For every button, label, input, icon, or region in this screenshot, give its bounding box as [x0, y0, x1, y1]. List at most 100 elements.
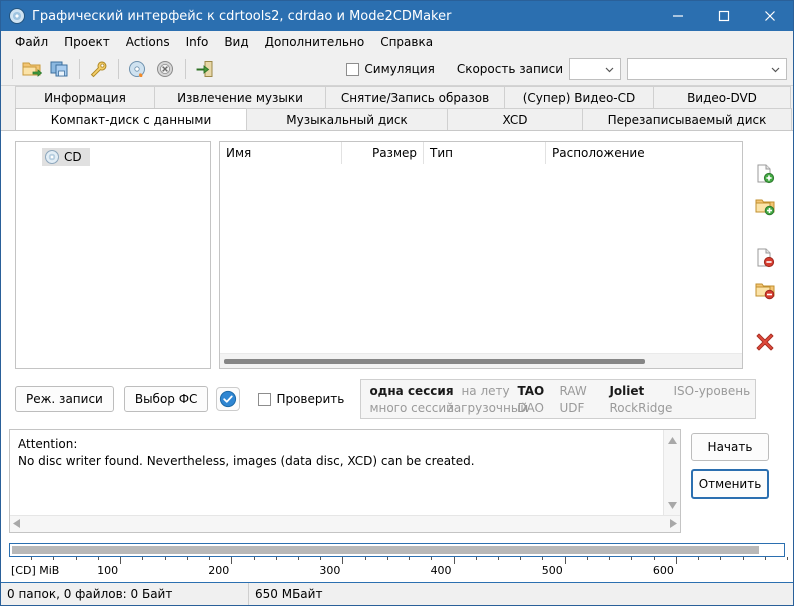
ruler-minor-tick [609, 557, 611, 560]
data-cd-panel: CD Имя Размер Тип Расположение Реж. запи… [1, 130, 793, 582]
option-dao: DAO [517, 400, 544, 415]
ruler-minor-tick [475, 557, 477, 560]
log-panel[interactable]: Attention: No disc writer found. Neverth… [9, 429, 681, 533]
start-button[interactable]: Начать [691, 433, 769, 461]
simulation-checkbox-box[interactable] [346, 62, 360, 76]
toolbar-separator [12, 59, 13, 79]
log-line-1: Attention: [18, 437, 78, 451]
column-header-type[interactable]: Тип [424, 142, 546, 164]
option-bootable: загрузочный [447, 400, 529, 415]
status-capacity: 650 МБайт [255, 587, 323, 601]
column-header-name[interactable]: Имя [220, 142, 342, 164]
option-iso-level: ISO-уровень [673, 383, 751, 398]
delete-all-icon[interactable] [754, 331, 776, 353]
simulation-checkbox[interactable]: Симуляция [346, 62, 435, 76]
file-action-buttons [743, 141, 787, 369]
blue-check-circle-icon[interactable] [216, 387, 241, 411]
tab-audio-cd[interactable]: Музыкальный диск [246, 108, 448, 130]
cancel-disc-icon[interactable] [154, 57, 178, 81]
option-single-session: одна сессия [369, 383, 454, 398]
window-title: Графический интерфейс к cdrtools2, cdrda… [32, 8, 452, 24]
minimize-icon[interactable] [655, 1, 701, 31]
project-tree[interactable]: CD [15, 141, 211, 369]
ruler-minor-tick [186, 557, 188, 560]
cd-disc-icon [45, 150, 59, 164]
filesystem-select-button[interactable]: Выбор ФС [123, 386, 209, 412]
remove-folder-icon[interactable] [754, 279, 776, 301]
ruler-major-tick [564, 557, 566, 564]
write-mode-button[interactable]: Реж. записи [15, 386, 114, 412]
triangle-up-icon[interactable] [667, 433, 677, 447]
file-list-hscrollbar[interactable] [220, 353, 742, 368]
tab-image-capture-write[interactable]: Снятие/Запись образов [325, 86, 505, 108]
option-on-the-fly: на летy [461, 383, 510, 398]
tab-data-cd[interactable]: Компакт-диск с данными [15, 108, 247, 130]
hscrollbar-thumb[interactable] [224, 358, 646, 364]
triangle-down-icon[interactable] [667, 498, 677, 512]
verify-checkbox[interactable]: Проверить [258, 392, 354, 406]
tab-information[interactable]: Информация [15, 86, 155, 108]
file-list-body[interactable] [220, 165, 742, 353]
ruler-minor-tick [742, 557, 744, 560]
add-file-icon[interactable] [754, 163, 776, 185]
status-file-count: 0 папок, 0 файлов: 0 Байт [1, 583, 249, 605]
ruler-minor-tick [586, 557, 588, 560]
tree-item-cd-root[interactable]: CD [42, 148, 90, 166]
ruler-tick-label: 300 [319, 564, 341, 577]
menu-item-actions[interactable]: Actions [118, 33, 178, 51]
open-project-icon[interactable] [20, 57, 44, 81]
ruler-minor-tick [498, 557, 500, 560]
simulation-label: Симуляция [364, 62, 435, 76]
column-header-size[interactable]: Размер [342, 142, 424, 164]
tab-video-dvd[interactable]: Видео-DVD [653, 86, 791, 108]
column-header-location[interactable]: Расположение [546, 142, 742, 164]
copy-disc-icon[interactable] [48, 57, 72, 81]
ruler-tick-label: 500 [541, 564, 563, 577]
menu-bar: Файл Проект Actions Info Вид Дополнитель… [1, 31, 793, 53]
cancel-button[interactable]: Отменить [691, 469, 769, 499]
remove-file-icon[interactable] [754, 247, 776, 269]
menu-item-advanced[interactable]: Дополнительно [257, 33, 373, 51]
tab-xcd[interactable]: XCD [447, 108, 583, 130]
write-speed-label: Скорость записи [456, 62, 563, 76]
triangle-left-icon[interactable] [13, 517, 20, 531]
option-udf: UDF [559, 400, 585, 415]
tools-wrench-icon[interactable] [87, 57, 111, 81]
tab-music-extraction[interactable]: Извлечение музыки [154, 86, 326, 108]
tab-super-video-cd[interactable]: (Супер) Видео-CD [504, 86, 654, 108]
option-raw: RAW [559, 383, 587, 398]
triangle-right-icon[interactable] [670, 517, 677, 531]
ruler-minor-tick [142, 557, 144, 560]
menu-item-project[interactable]: Проект [56, 33, 118, 51]
option-joliet: Joliet [609, 383, 645, 398]
log-vscrollbar[interactable] [663, 430, 680, 515]
verify-label: Проверить [276, 392, 345, 406]
menu-item-info[interactable]: Info [178, 33, 217, 51]
ruler-minor-tick [164, 557, 166, 560]
device-select[interactable] [627, 58, 787, 80]
menu-item-view[interactable]: Вид [216, 33, 256, 51]
maximize-icon[interactable] [701, 1, 747, 31]
menu-item-file[interactable]: Файл [7, 33, 56, 51]
ruler-major-tick [231, 557, 233, 564]
ruler-minor-tick [698, 557, 700, 560]
status-bar: 0 папок, 0 файлов: 0 Байт 650 МБайт [1, 582, 793, 605]
menu-item-help[interactable]: Справка [372, 33, 441, 51]
file-list[interactable]: Имя Размер Тип Расположение [219, 141, 743, 369]
burn-disc-icon[interactable] [126, 57, 150, 81]
log-hscrollbar[interactable] [10, 515, 680, 532]
ruler-minor-tick [320, 557, 322, 560]
add-folder-icon[interactable] [754, 195, 776, 217]
ruler-minor-tick [75, 557, 77, 560]
window-controls [655, 1, 793, 31]
capacity-bar [9, 543, 785, 557]
ruler-minor-tick [787, 557, 788, 560]
write-speed-select[interactable] [569, 58, 621, 80]
tab-row-primary: Информация Извлечение музыки Снятие/Запи… [1, 86, 793, 108]
tab-rewritable-disc[interactable]: Перезаписываемый диск [582, 108, 792, 130]
exit-door-icon[interactable] [193, 57, 217, 81]
close-icon[interactable] [747, 1, 793, 31]
verify-checkbox-box[interactable] [258, 392, 272, 406]
option-tao: TAO [517, 383, 545, 398]
ruler-unit-label: [CD] MiB [11, 564, 60, 577]
